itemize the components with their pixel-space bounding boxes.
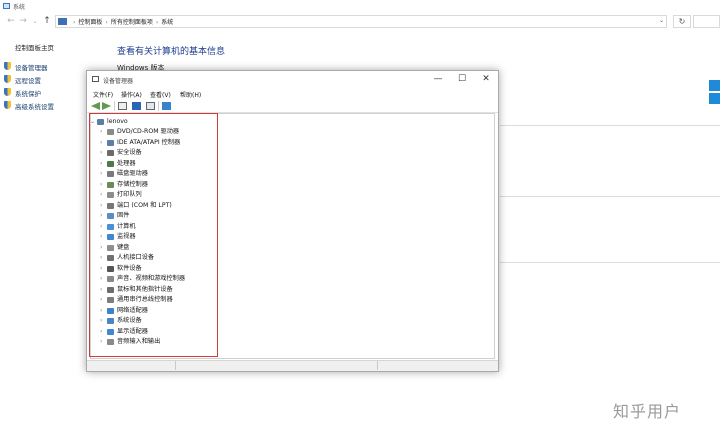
back-icon[interactable]: ←: [6, 16, 16, 27]
windows-logo-icon: [709, 80, 720, 91]
shield-icon: [4, 101, 11, 109]
menu-action[interactable]: 操作(A): [121, 90, 142, 99]
highlight-box: [89, 113, 218, 357]
device-manager-icon: [92, 76, 99, 82]
address-dropdown-icon[interactable]: ⌄: [659, 17, 664, 24]
page-title: 查看有关计算机的基本信息: [117, 47, 226, 57]
scan-icon[interactable]: [146, 102, 155, 110]
help-icon[interactable]: [132, 102, 141, 110]
shield-icon: [4, 62, 11, 70]
watermark: 知乎用户: [613, 402, 682, 421]
forward-icon[interactable]: →: [18, 16, 28, 27]
divider: [500, 196, 720, 197]
status-divider: [377, 361, 378, 370]
device-manager-title: 设备管理器: [103, 78, 134, 85]
recent-locations-icon[interactable]: ⌄: [30, 16, 40, 27]
control-panel-icon: [58, 18, 67, 25]
system-protection-link[interactable]: 系统保护: [15, 88, 41, 98]
up-icon[interactable]: ↑: [42, 16, 52, 27]
divider: [500, 262, 720, 263]
control-panel-home-link[interactable]: 控制面板主页: [15, 42, 54, 52]
breadcrumb-item[interactable]: 所有控制面板项: [111, 19, 153, 26]
advanced-system-settings-link[interactable]: 高级系统设置: [15, 101, 54, 111]
refresh-icon[interactable]: ↻: [673, 15, 691, 28]
divider: [500, 125, 720, 126]
system-window-titlebar: [0, 0, 720, 13]
device-manager-link[interactable]: 设备管理器: [15, 62, 48, 72]
toolbar-separator: [158, 101, 159, 111]
shield-icon: [4, 88, 11, 96]
system-window-title: 系统: [13, 4, 26, 11]
maximize-button[interactable]: ☐: [451, 73, 473, 86]
menu-view[interactable]: 查看(V): [150, 90, 171, 99]
breadcrumb-item[interactable]: 系统: [161, 19, 173, 26]
properties-icon[interactable]: [118, 102, 127, 110]
toolbar-separator: [114, 101, 115, 111]
close-button[interactable]: ✕: [475, 73, 497, 86]
minimize-button[interactable]: —: [427, 73, 449, 86]
menu-file[interactable]: 文件(F): [93, 90, 113, 99]
menu-help[interactable]: 帮助(H): [180, 90, 201, 99]
status-divider: [175, 361, 176, 370]
remote-settings-link[interactable]: 远程设置: [15, 75, 41, 85]
status-bar: [87, 360, 498, 371]
monitor-icon[interactable]: [162, 102, 171, 110]
breadcrumb[interactable]: › 控制面板 › 所有控制面板项 › 系统: [70, 17, 173, 26]
breadcrumb-item[interactable]: 控制面板: [78, 19, 102, 26]
system-window-icon: [3, 3, 10, 9]
search-input[interactable]: [693, 15, 720, 28]
shield-icon: [4, 75, 11, 83]
windows-logo-icon: [709, 93, 720, 104]
